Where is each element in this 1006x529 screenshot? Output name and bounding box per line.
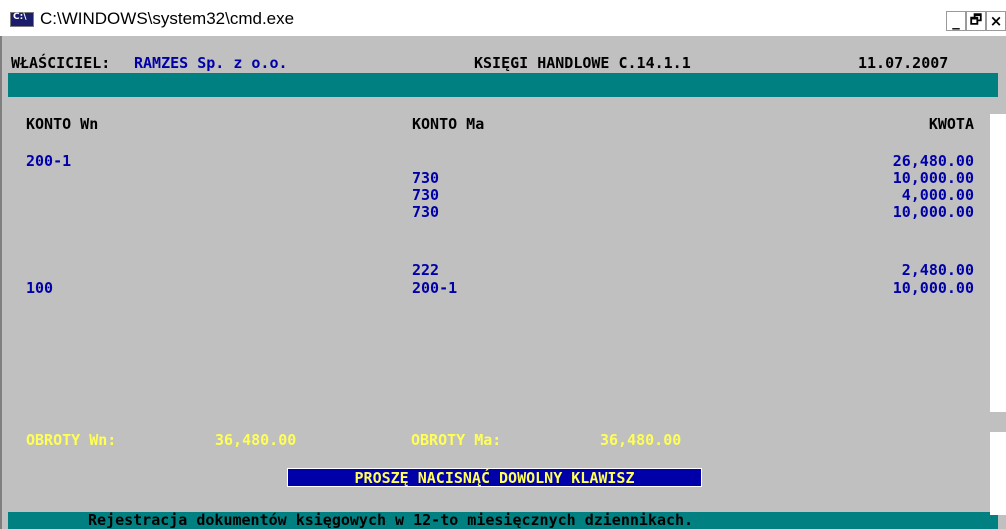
totals-ma-label: OBROTY Ma: xyxy=(411,431,502,449)
row-5-ma: 222 xyxy=(412,261,440,279)
minimize-button[interactable]: _ xyxy=(946,11,966,31)
row-4-kwota: 10,000.00 xyxy=(892,203,974,221)
row-2-ma: 730 xyxy=(412,169,440,187)
col-konto-ma: KONTO Ma xyxy=(412,115,485,133)
app-title: KSIĘGI HANDLOWE C.14.1.1 xyxy=(474,54,691,72)
row-4-ma: 730 xyxy=(412,203,440,221)
row-1-wn: 200-1 xyxy=(26,152,72,170)
right-white-panel-top xyxy=(990,114,1006,412)
cmd-icon[interactable] xyxy=(10,12,34,27)
totals-ma-value: 36,480.00 xyxy=(600,431,682,449)
totals-wn-value: 36,480.00 xyxy=(215,431,297,449)
row-2-kwota: 10,000.00 xyxy=(892,169,974,187)
owner-name: RAMZES Sp. z o.o. xyxy=(134,54,288,72)
row-6-ma: 200-1 xyxy=(412,279,458,297)
close-button[interactable]: × xyxy=(986,11,1006,31)
press-any-key-prompt: PROSZĘ NACISNĄĆ DOWOLNY KLAWISZ xyxy=(287,468,702,487)
row-1-kwota: 26,480.00 xyxy=(892,152,974,170)
right-white-panel-bottom xyxy=(990,432,1006,515)
totals-wn-label: OBROTY Wn: xyxy=(26,431,117,449)
window-title: C:\WINDOWS\system32\cmd.exe xyxy=(40,9,295,28)
title-bar[interactable]: C:\WINDOWS\system32\cmd.exe _ 🗗 × xyxy=(0,0,1006,36)
row-3-ma: 730 xyxy=(412,186,440,204)
row-3-kwota: 4,000.00 xyxy=(901,186,974,204)
row-6-wn: 100 xyxy=(26,279,54,297)
date: 11.07.2007 xyxy=(858,54,949,72)
row-6-kwota: 10,000.00 xyxy=(892,279,974,297)
console-left-border xyxy=(0,36,8,529)
header-teal-band xyxy=(8,75,998,97)
console-area: WŁAŚCICIEL: RAMZES Sp. z o.o. KSIĘGI HAN… xyxy=(8,36,1006,529)
owner-label: WŁAŚCICIEL: xyxy=(11,54,111,72)
status-bar-text: Rejestracja dokumentów księgowych w 12-t… xyxy=(88,511,694,529)
row-5-kwota: 2,480.00 xyxy=(901,261,974,279)
col-konto-wn: KONTO Wn xyxy=(26,115,99,133)
console-window: C:\WINDOWS\system32\cmd.exe _ 🗗 × WŁAŚCI… xyxy=(0,0,1006,529)
col-kwota: KWOTA xyxy=(928,115,974,133)
restore-button[interactable]: 🗗 xyxy=(966,11,986,31)
